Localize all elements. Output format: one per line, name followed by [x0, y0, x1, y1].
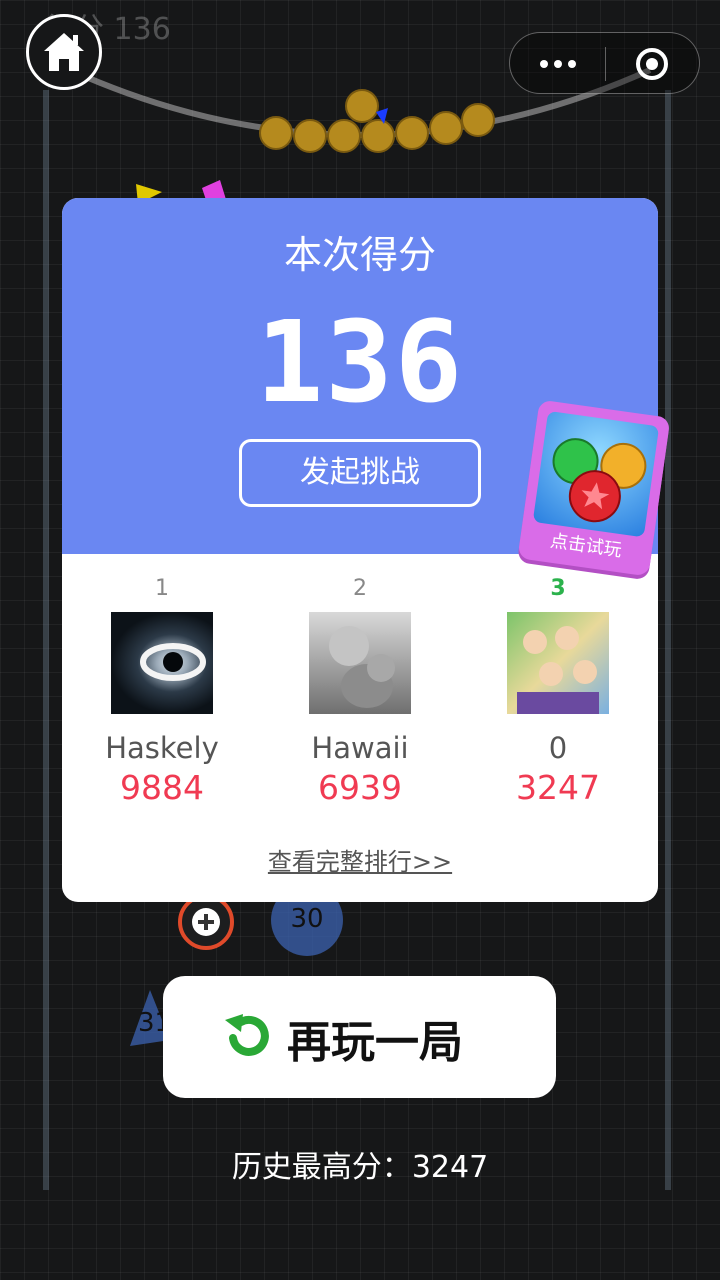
- rank-number: 3: [550, 576, 566, 601]
- close-button[interactable]: [606, 33, 700, 95]
- leaderboard-entry-3[interactable]: 3 0 3247: [458, 574, 658, 808]
- home-icon: [44, 33, 84, 71]
- replay-label: 再玩一局: [287, 1017, 463, 1068]
- avatar: [507, 612, 609, 714]
- more-button[interactable]: [510, 33, 605, 95]
- gold-ball-cluster: [259, 89, 495, 153]
- more-dots-icon: [540, 60, 548, 68]
- home-button[interactable]: [26, 14, 102, 90]
- player-name: 0: [548, 731, 568, 765]
- challenge-button[interactable]: 发起挑战: [239, 439, 481, 507]
- replay-icon: [225, 1014, 269, 1056]
- promo-game-thumbnail: [532, 410, 660, 538]
- player-score: 3247: [516, 768, 600, 807]
- history-label: 历史最高分：: [231, 1150, 412, 1185]
- history-best-score: 历史最高分：3247: [0, 1142, 720, 1186]
- leaderboard-entry-1[interactable]: 1 Haskely 9884: [62, 574, 262, 808]
- close-icon-dot: [646, 58, 658, 70]
- leaderboard-entry-2[interactable]: 2 Hawaii 6939: [260, 574, 460, 808]
- ball-badge-31: 31: [138, 1008, 164, 1038]
- more-dot: [568, 60, 576, 68]
- player-name: Haskely: [105, 731, 219, 765]
- ball-badge-30: 30: [290, 904, 324, 934]
- player-name: Hawaii: [311, 731, 409, 765]
- promo-game-button[interactable]: 点击试玩: [517, 399, 671, 577]
- avatar: [111, 612, 213, 714]
- more-dot: [554, 60, 562, 68]
- player-score: 9884: [120, 768, 204, 807]
- replay-button[interactable]: 再玩一局: [163, 976, 556, 1098]
- rank-number: 1: [155, 576, 169, 601]
- score-label: 本次得分: [283, 233, 436, 277]
- miniprogram-capsule: [509, 32, 700, 94]
- history-value: 3247: [411, 1150, 489, 1185]
- rank-number: 2: [353, 576, 367, 601]
- full-ranking-link[interactable]: 查看完整排行>>: [62, 842, 658, 877]
- player-score: 6939: [318, 768, 402, 807]
- avatar: [309, 612, 411, 714]
